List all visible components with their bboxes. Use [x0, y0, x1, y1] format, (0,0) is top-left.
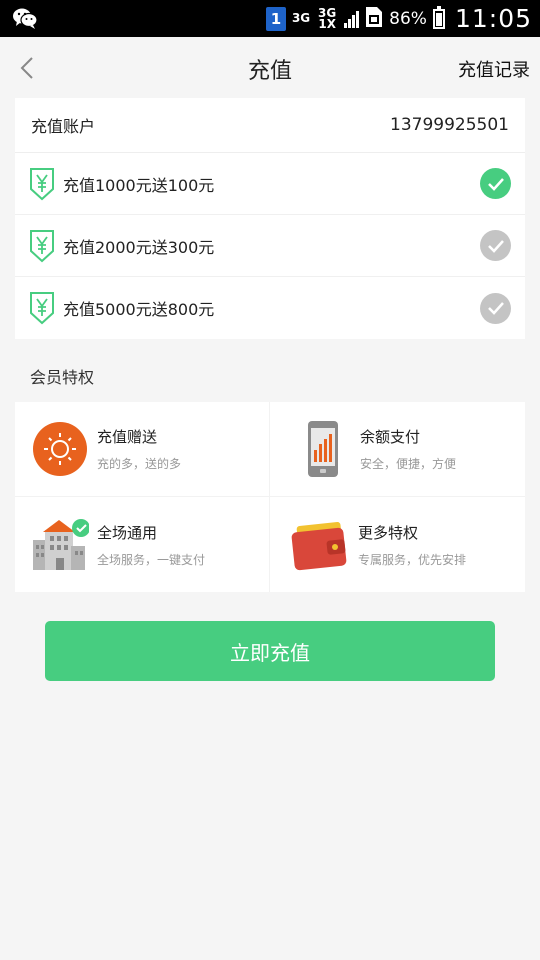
clock: 11:05	[454, 4, 532, 33]
recharge-option[interactable]: 充值5000元送800元	[15, 277, 525, 339]
battery-percent: 86%	[389, 8, 427, 29]
account-label: 充值账户	[31, 117, 96, 136]
privilege-item: 充值赠送 充的多，送的多	[15, 402, 270, 497]
check-unselected-icon	[480, 292, 511, 324]
wechat-icon	[12, 6, 38, 34]
option-label: 充值1000元送100元	[63, 175, 215, 195]
privilege-title: 更多特权	[358, 523, 419, 542]
signal-icon	[344, 10, 360, 28]
yuan-shield-icon	[30, 167, 54, 200]
privileges-grid: 充值赠送 充的多，送的多 余额支付 安全，便捷，方便 全场通用 全场服务，一键支…	[15, 402, 525, 592]
recharge-card: 充值账户 13799925501 充值1000元送100元 充值2000元送30…	[15, 98, 525, 339]
privilege-item: 全场通用 全场服务，一键支付	[15, 497, 270, 592]
sim-card-icon	[365, 6, 383, 32]
battery-icon	[432, 5, 445, 29]
recharge-option[interactable]: 充值1000元送100元	[15, 153, 525, 215]
recharge-now-button[interactable]: 立即充值	[45, 621, 495, 681]
privilege-subtitle: 安全，便捷，方便	[360, 457, 457, 471]
nav-bar: 充值 充值记录	[0, 37, 540, 99]
option-label: 充值5000元送800元	[63, 300, 215, 319]
recharge-option[interactable]: 充值2000元送300元	[15, 215, 525, 277]
network-indicator-2: 3G 1X	[318, 5, 337, 31]
privilege-subtitle: 全场服务，一键支付	[97, 552, 206, 567]
sun-icon	[33, 422, 87, 476]
privilege-subtitle: 专属服务，优先安排	[358, 552, 467, 567]
option-label: 充值2000元送300元	[63, 237, 215, 257]
privilege-title: 全场通用	[97, 523, 158, 542]
wallet-icon	[291, 521, 347, 570]
account-row: 充值账户 13799925501	[15, 98, 525, 153]
check-selected-icon	[480, 168, 511, 199]
privilege-title: 余额支付	[360, 428, 421, 446]
sim-icon: 1	[265, 6, 286, 31]
yuan-shield-icon	[30, 229, 54, 262]
privilege-item: 余额支付 安全，便捷，方便	[270, 402, 525, 497]
status-bar: 1 3G 3G 1X 86% 11:05	[0, 0, 540, 37]
building-icon	[33, 518, 89, 570]
privileges-title: 会员特权	[30, 368, 95, 387]
network-indicator-1: 3G	[291, 11, 311, 25]
check-unselected-icon	[480, 230, 511, 261]
yuan-shield-icon	[30, 292, 54, 325]
privilege-subtitle: 充的多，送的多	[97, 457, 182, 471]
account-number: 13799925501	[390, 115, 509, 135]
privilege-title: 充值赠送	[97, 428, 158, 446]
recharge-record-link[interactable]: 充值记录	[458, 56, 530, 82]
privilege-item: 更多特权 专属服务，优先安排	[270, 497, 525, 592]
phone-chart-icon	[308, 421, 338, 477]
